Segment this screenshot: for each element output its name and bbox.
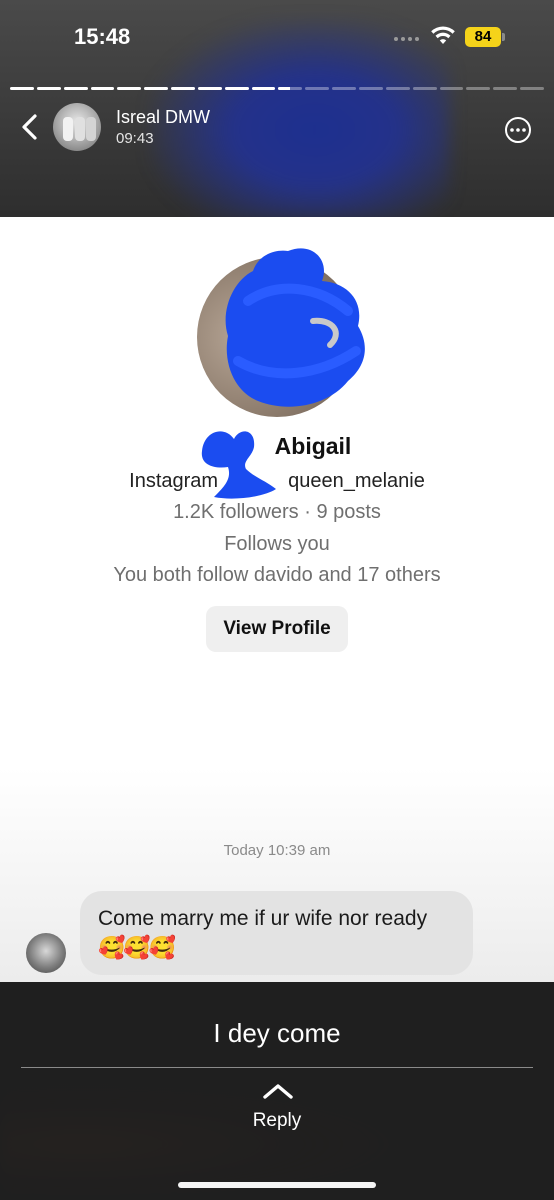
- story-progress-segment: [197, 87, 222, 90]
- story-progress-fill: [197, 87, 222, 90]
- story-progress-segment: [439, 87, 464, 90]
- sender-avatar: [26, 933, 66, 973]
- story-progress-fill: [251, 87, 276, 90]
- story-progress-segment: [10, 87, 34, 90]
- signal-icon: [394, 37, 419, 41]
- story-progress-segment: [332, 87, 356, 90]
- mutual-followers: You both follow davido and 17 others: [113, 564, 441, 586]
- profile-handle-line: Instagram queen_melanie: [0, 470, 554, 493]
- battery-indicator: 84: [465, 27, 501, 47]
- story-progress-fill: [278, 87, 291, 90]
- story-progress-fill: [63, 87, 88, 90]
- story-progress-segment: [63, 87, 88, 90]
- story-progress-segment: [144, 87, 169, 90]
- message-emojis: 🥰🥰🥰: [98, 935, 176, 960]
- home-indicator[interactable]: [178, 1182, 376, 1188]
- story-progress-segment: [36, 87, 61, 90]
- profile-stats: 1.2K followers · 9 posts: [173, 501, 381, 523]
- story-progress-segment: [171, 87, 195, 90]
- chevron-up-icon[interactable]: [262, 1082, 294, 1100]
- message-text: Come marry me if ur wife nor ready: [98, 907, 428, 930]
- shared-screenshot: Abigail Instagram queen_melanie 1.2K foll…: [0, 217, 554, 982]
- more-options-icon[interactable]: [504, 116, 532, 144]
- battery-tip: [502, 33, 505, 41]
- status-time: 15:48: [74, 24, 131, 49]
- story-progress-fill: [36, 87, 61, 90]
- story-post-time: 09:43: [116, 130, 154, 147]
- handle-prefix: Instagram: [129, 470, 219, 492]
- story-progress-fill: [117, 87, 142, 90]
- story-progress-fill: [224, 87, 249, 90]
- story-progress-fill: [90, 87, 115, 90]
- story-caption: I dey come: [213, 1018, 341, 1048]
- story-progress-segment: [117, 87, 142, 90]
- story-progress-segment: [466, 87, 491, 90]
- story-progress-fill: [171, 87, 195, 90]
- story-progress-segment: [358, 87, 383, 90]
- story-progress-segment: [278, 87, 303, 90]
- divider: [21, 1067, 533, 1068]
- status-bar: 15:48 84: [0, 0, 554, 74]
- story-progress-segment: [520, 87, 544, 90]
- reply-button[interactable]: Reply: [0, 1110, 554, 1132]
- story-progress-segment: [305, 87, 330, 90]
- wifi-icon: [431, 26, 455, 44]
- story-user-avatar[interactable]: [53, 103, 101, 151]
- story-progress-segment: [90, 87, 115, 90]
- message-bubble: Come marry me if ur wife nor ready 🥰🥰🥰: [80, 891, 473, 975]
- story-progress-segment: [224, 87, 249, 90]
- story-progress-fill: [144, 87, 169, 90]
- story-progress-segment: [385, 87, 410, 90]
- view-profile-button[interactable]: View Profile: [206, 606, 348, 652]
- story-progress-segment: [412, 87, 437, 90]
- story-progress-bar: [10, 87, 544, 91]
- back-chevron-icon[interactable]: [16, 112, 44, 142]
- story-progress-segment: [493, 87, 518, 90]
- handle-suffix: queen_melanie: [288, 470, 425, 492]
- story-progress-fill: [10, 87, 34, 90]
- story-progress-segment: [251, 87, 276, 90]
- redaction-scribble: [225, 248, 365, 407]
- message-timestamp: Today 10:39 am: [223, 842, 331, 859]
- story-user-name[interactable]: Isreal DMW: [116, 107, 210, 128]
- follows-you-label: Follows you: [224, 533, 330, 555]
